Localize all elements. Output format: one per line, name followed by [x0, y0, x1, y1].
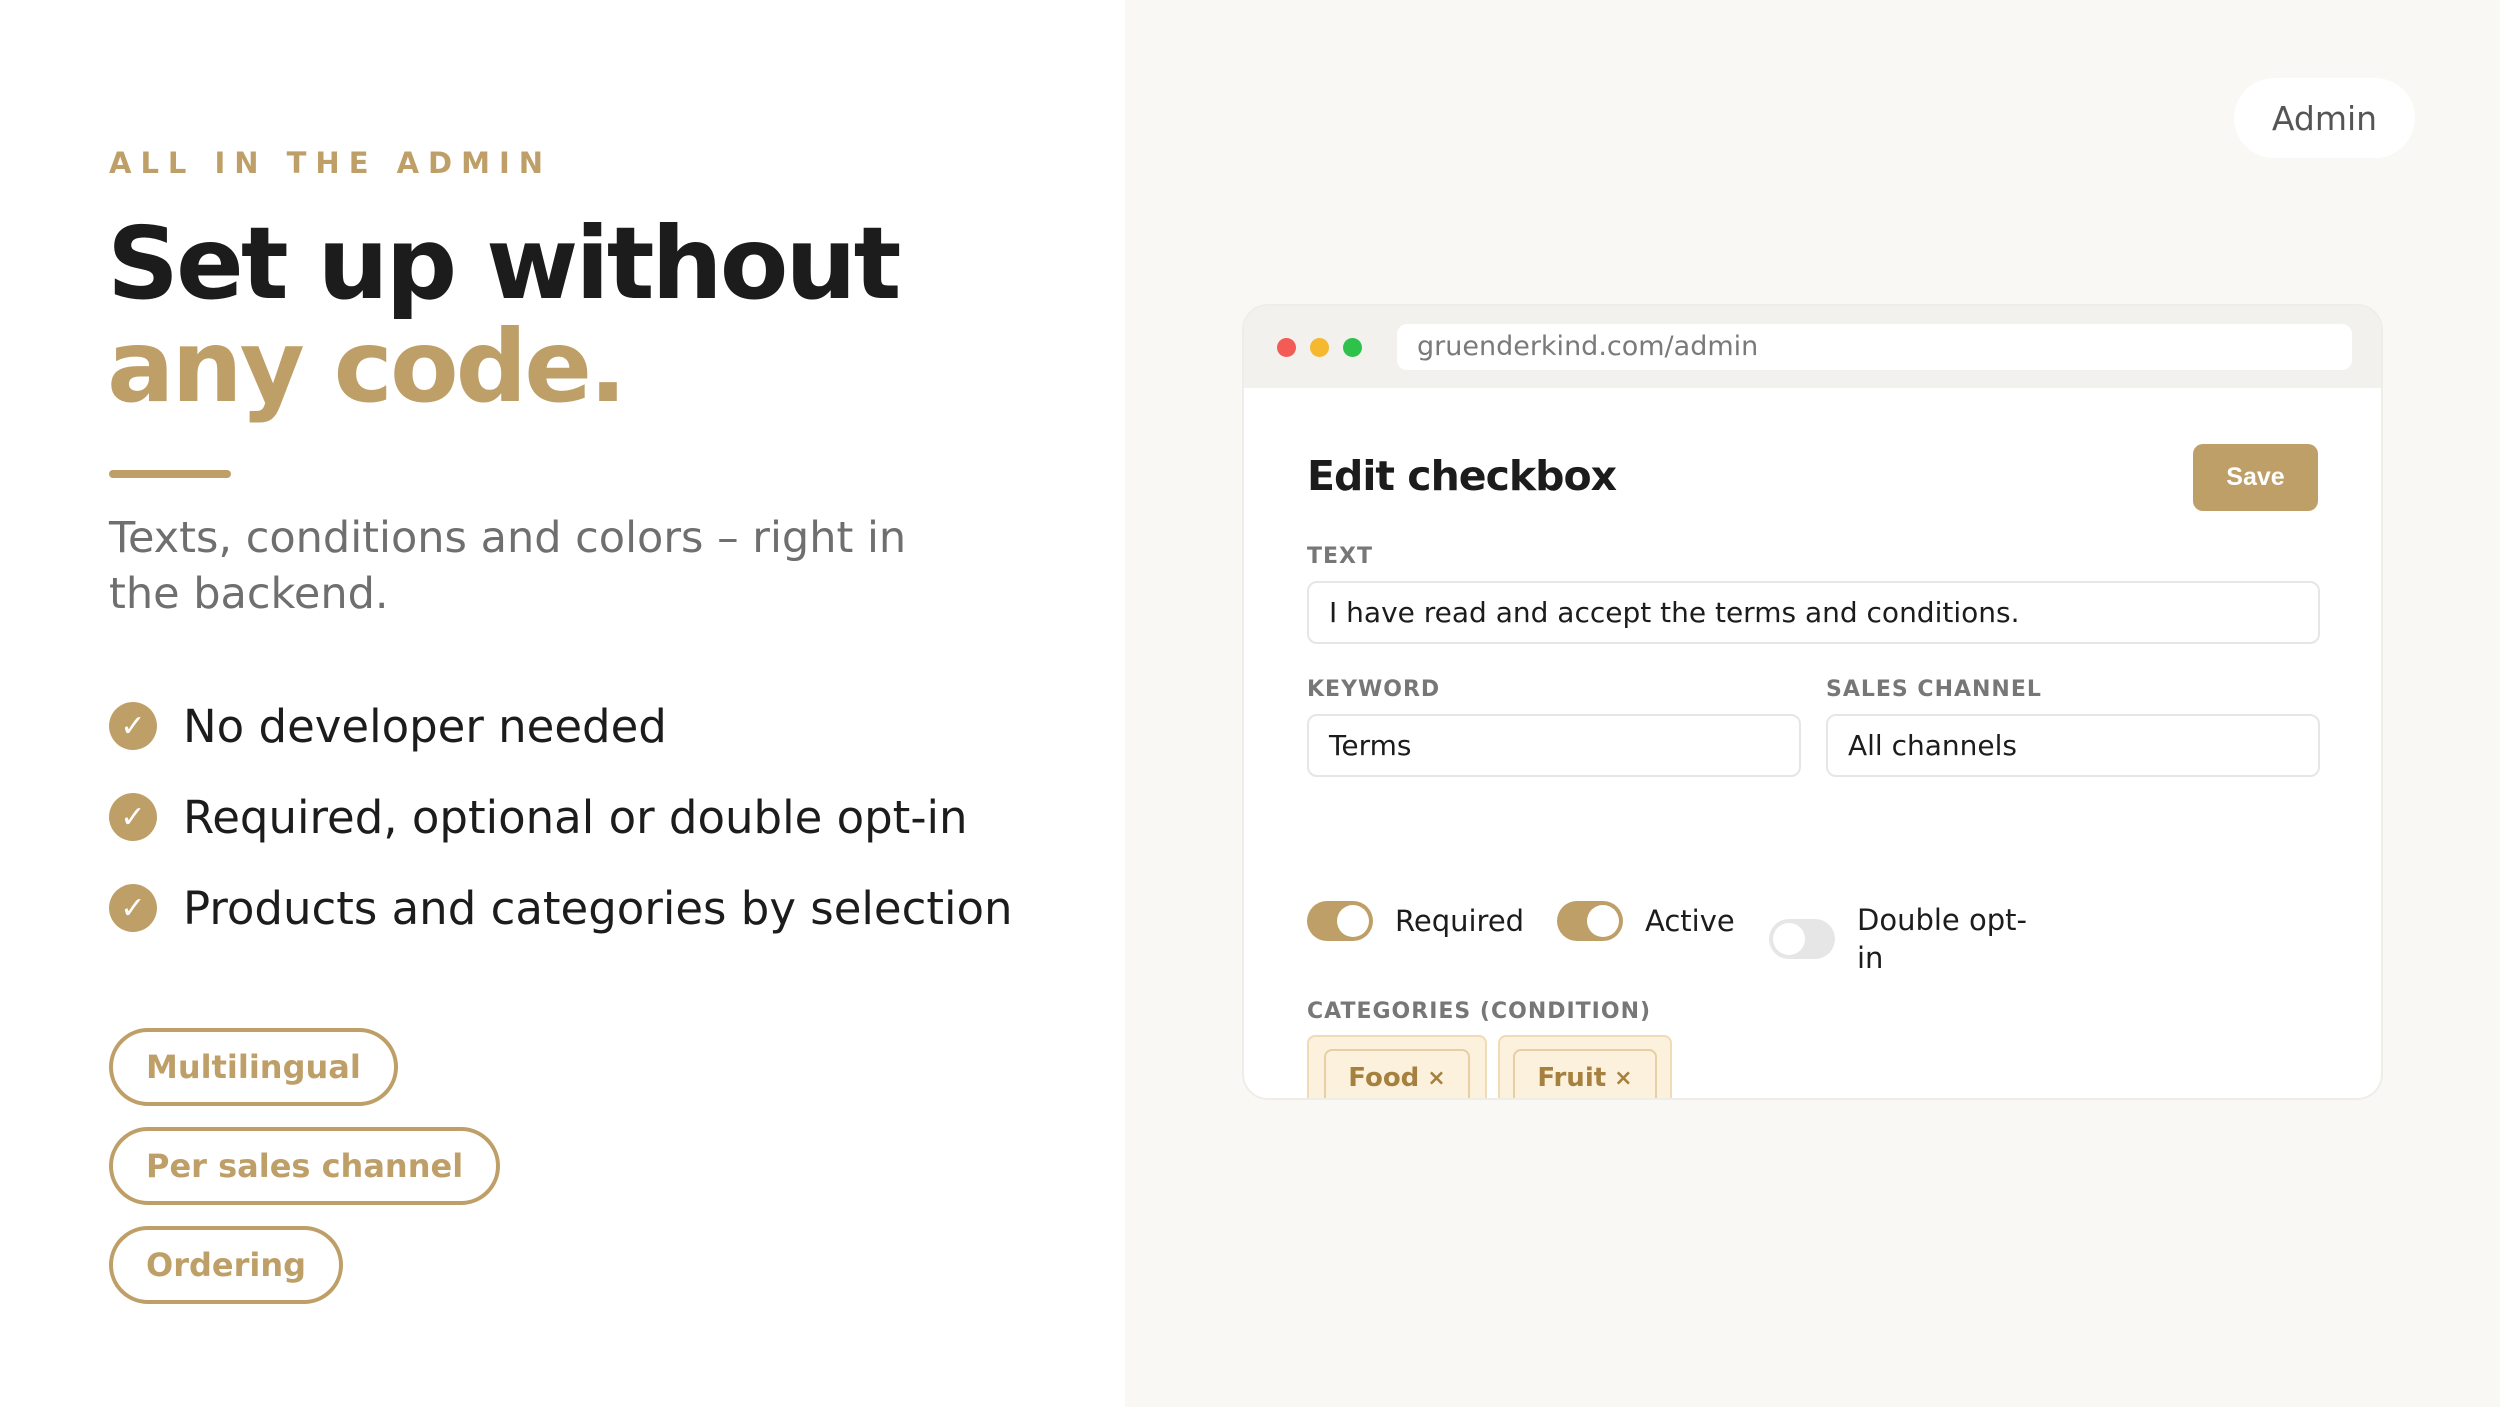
toggle-label: Double opt-in [1857, 903, 2027, 975]
chip-ordering: Ordering [109, 1226, 344, 1304]
toggle-required[interactable]: Required [1307, 901, 1524, 941]
close-dot-icon[interactable] [1277, 338, 1296, 357]
category-tag-food[interactable]: Food × [1324, 1049, 1470, 1098]
check-icon: ✓ [109, 793, 157, 841]
headline-line-1: Set up without [107, 205, 901, 322]
save-button[interactable]: Save [2193, 444, 2318, 511]
category-tag-fruit[interactable]: Fruit × [1513, 1049, 1657, 1098]
keyword-input[interactable]: Terms [1307, 714, 1801, 777]
headline-line-2: any code. [107, 308, 627, 425]
text-input[interactable]: I have read and accept the terms and con… [1307, 581, 2320, 644]
feature-chips: Multilingual Per sales channel Ordering [109, 1028, 749, 1304]
lead-text: Texts, conditions and colors – right in … [109, 513, 907, 619]
feature-item: ✓ Required, optional or double opt-in [109, 788, 1013, 846]
accent-divider [109, 470, 231, 478]
remove-icon[interactable]: × [1614, 1066, 1632, 1091]
chip-multilingual: Multilingual [109, 1028, 398, 1106]
feature-label: Required, optional or double opt-in [183, 790, 968, 844]
address-bar[interactable]: gruenderkind.com/admin [1397, 324, 2352, 370]
tag-label: Fruit [1537, 1063, 1607, 1093]
sales-channel-select[interactable]: All channels [1826, 714, 2320, 777]
sales-channel-field-label: SALES CHANNEL [1826, 677, 2042, 702]
check-icon: ✓ [109, 702, 157, 750]
headline: Set up without any code. [107, 212, 901, 425]
feature-item: ✓ Products and categories by selection [109, 879, 1013, 937]
minimize-dot-icon[interactable] [1310, 338, 1329, 357]
text-field-label: TEXT [1307, 544, 1374, 569]
maximize-dot-icon[interactable] [1343, 338, 1362, 357]
feature-label: No developer needed [183, 699, 667, 753]
feature-item: ✓ No developer needed [109, 697, 1013, 755]
toggle-switch[interactable] [1769, 919, 1835, 959]
left-panel: ALL IN THE ADMIN Set up without any code… [0, 0, 1125, 1407]
keyword-field-label: KEYWORD [1307, 677, 1441, 702]
check-icon: ✓ [109, 884, 157, 932]
toggle-switch[interactable] [1557, 901, 1623, 941]
toggle-switch[interactable] [1307, 901, 1373, 941]
toggle-active[interactable]: Active [1557, 901, 1735, 941]
categories-field-label: CATEGORIES (CONDITION) [1307, 999, 1652, 1024]
remove-icon[interactable]: × [1427, 1066, 1445, 1091]
admin-badge: Admin [2234, 78, 2415, 158]
browser-toolbar: gruenderkind.com/admin [1244, 306, 2381, 388]
panel-title: Edit checkbox [1307, 452, 1617, 500]
tag-label: Food [1348, 1063, 1420, 1093]
category-slot: Food × [1307, 1035, 1487, 1098]
toggle-double-opt-in[interactable]: Double opt-in [1769, 901, 2047, 977]
chip-per-sales-channel: Per sales channel [109, 1127, 501, 1205]
feature-label: Products and categories by selection [183, 881, 1013, 935]
browser-window: gruenderkind.com/admin Edit checkbox Sav… [1242, 304, 2383, 1100]
toggle-label: Active [1645, 904, 1735, 938]
eyebrow-label: ALL IN THE ADMIN [109, 146, 553, 180]
feature-list: ✓ No developer needed ✓ Required, option… [109, 697, 1013, 970]
category-slot: Fruit × [1498, 1035, 1672, 1098]
toggle-label: Required [1395, 904, 1525, 938]
